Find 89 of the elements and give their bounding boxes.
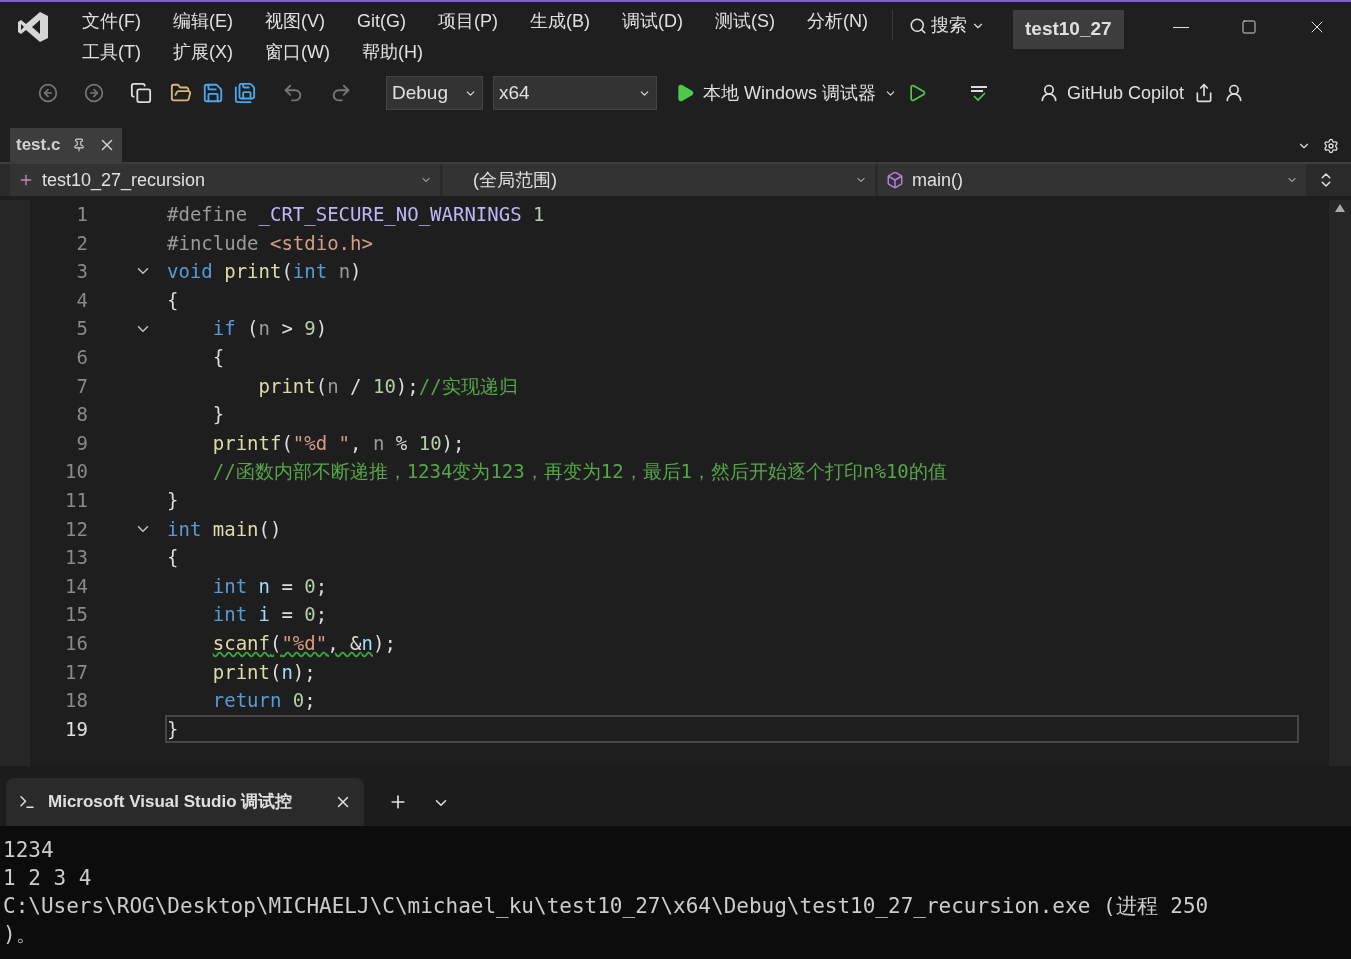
code-line: {: [211, 345, 226, 370]
code-line: //函数内部不断递推，1234变为123，再变为12，最后1，然后开始逐个打印n%10的值: [211, 459, 948, 485]
line-number: 3: [75, 259, 89, 285]
platform-dropdown[interactable]: x64: [493, 76, 657, 110]
member-dropdown[interactable]: main(): [878, 164, 1306, 196]
line-number: 10: [64, 459, 89, 485]
code-line: }: [211, 402, 226, 428]
run-without-debugging-icon[interactable]: [907, 83, 928, 103]
spell-check-icon[interactable]: [969, 83, 990, 103]
code-line: return 0;: [211, 688, 317, 714]
console-output-line: C:\Users\ROG\Desktop\MICHAELJ\C\michael_ku\test10_27\x64\Debug\test10_27_recursion.exe (进程 250: [2, 893, 1209, 920]
line-number: 15: [64, 602, 89, 628]
line-number: 5: [75, 316, 89, 342]
code-line: {: [166, 287, 180, 313]
line-number: 4: [75, 287, 89, 313]
forward-icon[interactable]: [84, 83, 104, 103]
scroll-up-icon[interactable]: [1335, 204, 1345, 212]
menu-item[interactable]: 生成(B): [514, 8, 606, 35]
scrollbar[interactable]: [1329, 200, 1351, 766]
scope-dropdown[interactable]: (全局范围): [443, 164, 875, 196]
console-output-line: 1 2 3 4: [2, 865, 92, 892]
save-icon[interactable]: [202, 82, 224, 104]
undo-icon[interactable]: [282, 82, 304, 104]
project-dropdown[interactable]: test10_27_recursion: [10, 164, 440, 196]
menu-item[interactable]: 调试(D): [606, 8, 699, 35]
console-output-line: 1234: [2, 837, 54, 864]
line-number: 2: [75, 230, 89, 256]
line-number: 11: [64, 488, 89, 513]
pin-icon[interactable]: [72, 138, 87, 152]
method-icon: [886, 171, 904, 189]
line-number: 9: [75, 430, 89, 456]
menu-item[interactable]: 工具(T): [66, 39, 157, 66]
play-icon: [675, 83, 695, 103]
line-number: 18: [64, 688, 89, 714]
project-icon: [18, 172, 34, 188]
settings-icon[interactable]: [1323, 138, 1339, 154]
code-line: if (n > 9): [211, 316, 329, 342]
line-number: 7: [75, 373, 89, 399]
file-tab[interactable]: test.c: [10, 128, 123, 162]
menu-item[interactable]: 扩展(X): [157, 39, 249, 66]
code-line: int n = 0;: [211, 573, 329, 599]
share-icon[interactable]: [1194, 83, 1215, 103]
solution-name: test10_27: [1013, 10, 1124, 49]
menu-item[interactable]: 编辑(E): [157, 8, 249, 35]
console-icon: [18, 793, 36, 811]
maximize-icon: [1241, 19, 1257, 35]
terminal-tab-label: Microsoft Visual Studio 调试控: [48, 791, 293, 814]
line-number: 1: [75, 202, 89, 228]
terminal-tab[interactable]: Microsoft Visual Studio 调试控: [6, 778, 364, 826]
line-number: 17: [64, 659, 89, 685]
menu-item[interactable]: 文件(F): [66, 8, 157, 35]
menu-item[interactable]: 窗口(W): [249, 39, 346, 66]
code-line: }: [166, 488, 180, 513]
line-number: 12: [64, 516, 89, 542]
line-number: 13: [64, 545, 89, 571]
line-number: 6: [75, 345, 89, 370]
menu-item[interactable]: 帮助(H): [345, 39, 439, 66]
copilot-button[interactable]: GitHub Copilot: [1039, 79, 1185, 107]
console-output-line: )。: [2, 921, 37, 948]
menu-item[interactable]: 分析(N): [791, 8, 884, 35]
code-line: printf("%d ", n % 10);: [211, 430, 466, 456]
tab-label: test.c: [16, 134, 61, 157]
code-line: {: [166, 545, 180, 571]
menu-item[interactable]: 视图(V): [249, 8, 341, 35]
line-number: 19: [64, 716, 89, 742]
line-number: 16: [64, 630, 89, 656]
code-line: #define _CRT_SECURE_NO_WARNINGS 1: [166, 202, 546, 228]
back-icon[interactable]: [38, 83, 58, 103]
code-line: print(n / 10);//实现递归: [257, 373, 519, 399]
run-debugger-button[interactable]: 本地 Windows 调试器: [675, 79, 898, 107]
minimize-icon: [1173, 26, 1189, 28]
logo-icon: [16, 10, 50, 44]
code-line: scanf("%d", &n);: [211, 630, 397, 656]
menu-item[interactable]: Git(G): [341, 8, 422, 35]
menu-item[interactable]: 项目(P): [422, 8, 514, 35]
line-number: 14: [64, 573, 89, 599]
code-line: #include <stdio.h>: [166, 230, 374, 256]
search-button[interactable]: 搜索: [901, 12, 993, 39]
redo-icon[interactable]: [330, 82, 352, 104]
code-line: int main(): [166, 516, 283, 542]
menu-item[interactable]: 测试(S): [699, 8, 791, 35]
save-all-icon[interactable]: [234, 82, 256, 104]
search-icon: [909, 16, 927, 35]
configuration-dropdown[interactable]: Debug: [386, 76, 483, 110]
line-number: 8: [75, 402, 89, 428]
open-folder-icon[interactable]: [170, 82, 192, 104]
code-line: print(n);: [211, 659, 317, 685]
code-line: void print(int n): [166, 259, 363, 285]
code-line: int i = 0;: [211, 602, 329, 628]
